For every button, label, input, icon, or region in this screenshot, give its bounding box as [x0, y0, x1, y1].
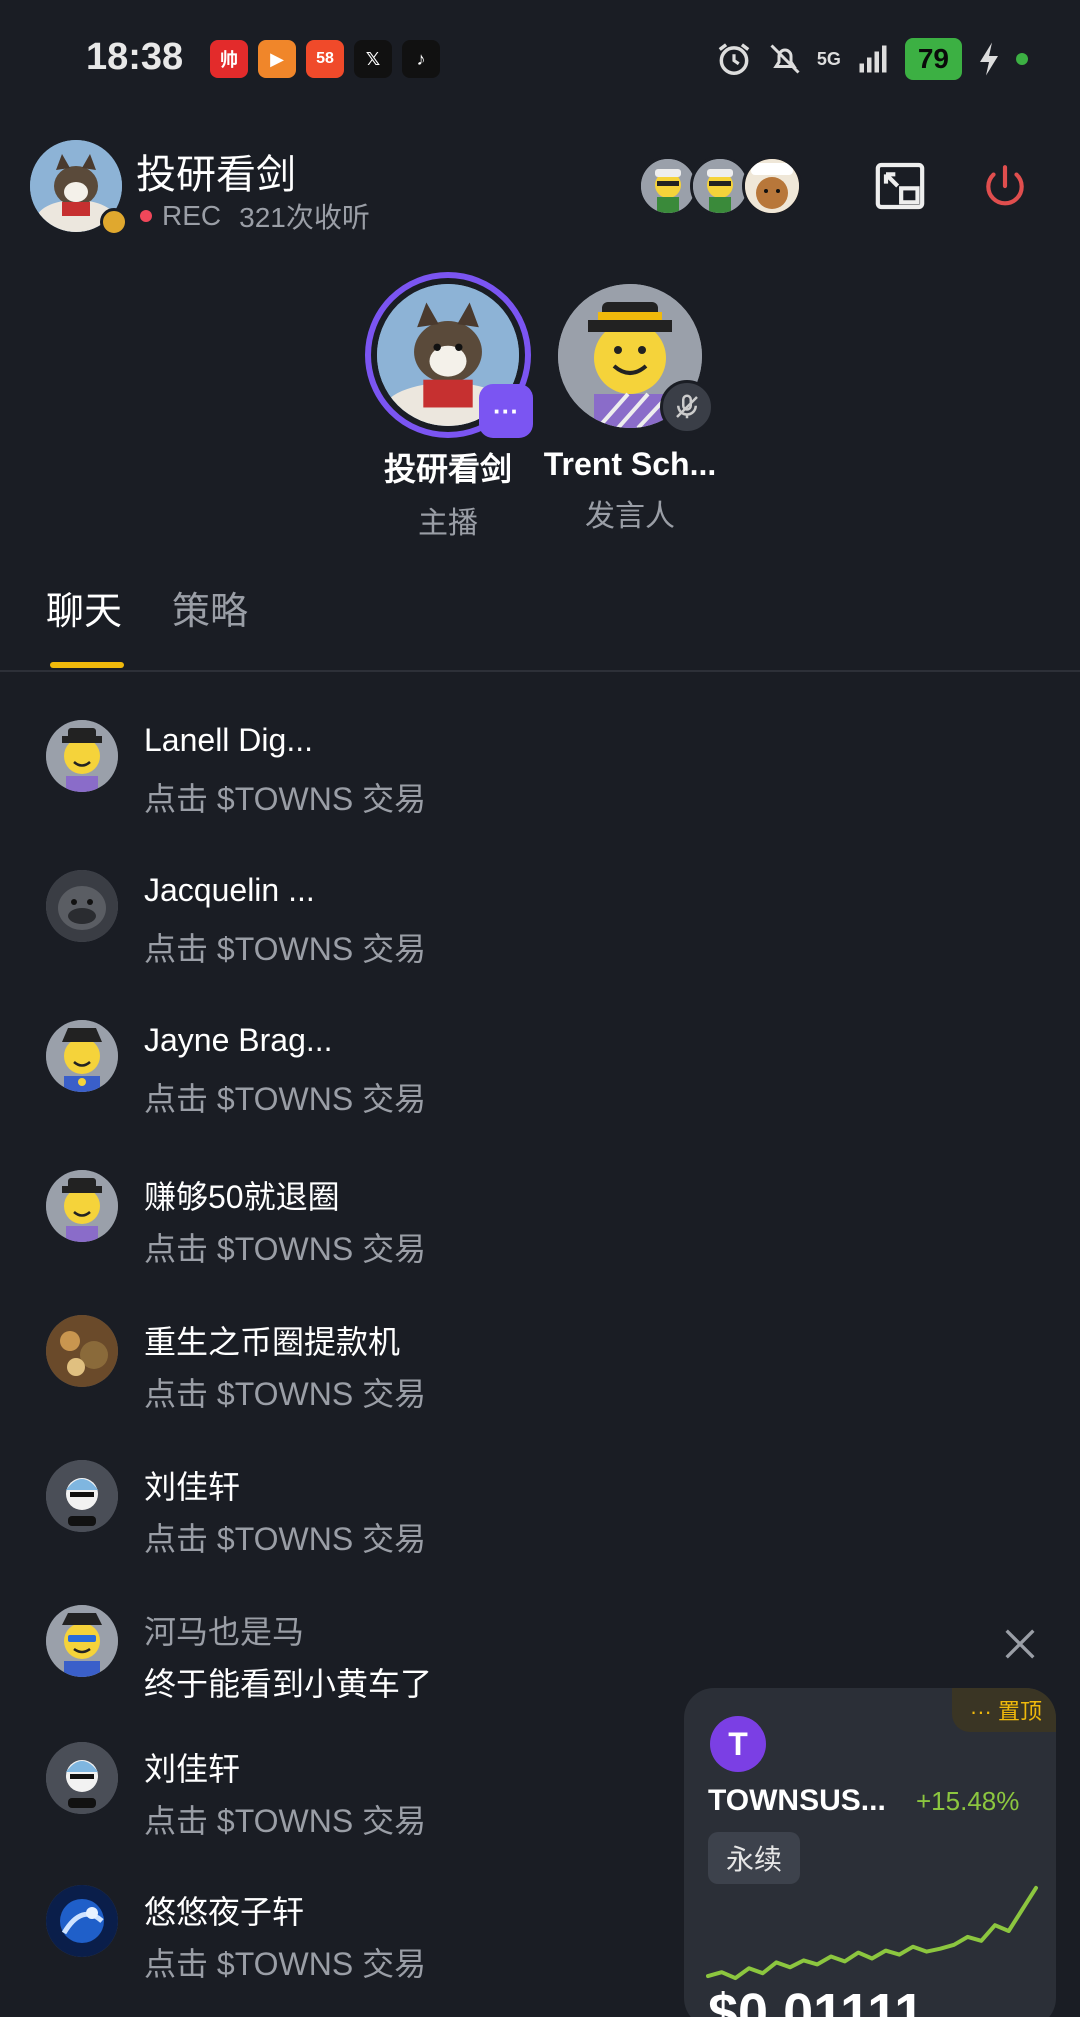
chat-message[interactable]: 刘佳轩 点击 $TOWNS 交易 — [46, 1734, 686, 1874]
chat-text: 点击 $TOWNS 交易 — [144, 1231, 427, 1267]
speaker-name: 投研看剑 — [383, 451, 512, 487]
speaker-host[interactable]: ··· 投研看剑 主播 — [364, 272, 533, 542]
leave-power-icon[interactable] — [980, 158, 1030, 214]
ticker-symbol: TOWNSUS... — [708, 1784, 886, 1817]
chat-avatar[interactable] — [46, 1170, 118, 1242]
status-time: 18:38 — [86, 36, 184, 78]
chat-username: Jayne Brag... — [144, 1022, 333, 1058]
chat-avatar[interactable] — [46, 1885, 118, 1957]
verified-badge-icon — [100, 208, 128, 236]
room-meta: REC 321次收听 — [140, 196, 370, 236]
chat-username: 赚够50就退圈 — [144, 1179, 340, 1215]
mic-muted-icon — [660, 380, 714, 434]
chat-text: 点击 $TOWNS 交易 — [144, 1376, 427, 1412]
token-ticker-card[interactable]: ··· 置顶 T TOWNSUS... +15.48% 永续 $0.01111 — [684, 1688, 1056, 2017]
listen-count: 321次收听 — [239, 202, 370, 233]
pinned-tag: ··· 置顶 — [951, 1688, 1056, 1732]
chat-avatar[interactable] — [46, 1315, 118, 1387]
speaker-role: 发言人 — [585, 500, 675, 533]
close-icon[interactable] — [1000, 1624, 1040, 1664]
rec-label: REC — [162, 200, 222, 231]
more-options-icon[interactable]: ··· — [479, 384, 533, 438]
tiktok-app-icon: ♪ — [402, 40, 440, 78]
chat-text: 点击 $TOWNS 交易 — [144, 781, 427, 817]
chat-username: 重生之币圈提款机 — [144, 1324, 401, 1360]
speaker-role: 主播 — [418, 507, 478, 540]
perpetual-tag: 永续 — [708, 1832, 801, 1884]
tab-chat[interactable]: 聊天 — [46, 580, 122, 635]
mute-bell-icon — [770, 44, 800, 74]
privacy-dot-icon — [1016, 53, 1028, 65]
room-title: 投研看剑 — [136, 153, 296, 197]
chat-message[interactable]: 河马也是马 终于能看到小黄车了 — [46, 1597, 686, 1737]
chat-message[interactable]: 刘佳轩 点击 $TOWNS 交易 — [46, 1452, 686, 1592]
chat-avatar[interactable] — [46, 720, 118, 792]
chat-message[interactable]: Jacquelin ... 点击 $TOWNS 交易 — [46, 862, 686, 1002]
chat-message[interactable]: Jayne Brag... 点击 $TOWNS 交易 — [46, 1012, 686, 1152]
chat-avatar[interactable] — [46, 1742, 118, 1814]
host-speaker-avatar: ··· — [365, 272, 533, 438]
picture-in-picture-icon[interactable] — [872, 158, 928, 214]
chat-username: 悠悠夜子轩 — [144, 1894, 305, 1930]
58-app-icon: 58 — [306, 40, 344, 78]
chat-username: 刘佳轩 — [144, 1751, 241, 1787]
chat-username: 河马也是马 — [144, 1614, 305, 1650]
ticker-change: +15.48% — [916, 1786, 1020, 1816]
x-app-icon: 𝕏 — [354, 40, 392, 78]
tab-strategy[interactable]: 策略 — [172, 580, 248, 635]
ticker-price: $0.01111 — [708, 1983, 925, 2017]
chat-avatar[interactable] — [46, 1605, 118, 1677]
rec-dot-icon — [140, 210, 152, 222]
status-app-icons: 帅 ▶ 58 𝕏 ♪ — [210, 40, 440, 78]
signal-icon — [859, 45, 887, 73]
chat-text: 点击 $TOWNS 交易 — [144, 1803, 427, 1839]
video-app-icon: ▶ — [258, 40, 296, 78]
chat-username: 刘佳轩 — [144, 1469, 241, 1505]
active-tab-indicator — [50, 662, 124, 668]
chat-username: Lanell Dig... — [144, 722, 313, 758]
battery-indicator: 79 — [904, 38, 962, 80]
chat-text: 点击 $TOWNS 交易 — [144, 1521, 427, 1557]
chat-username: Jacquelin ... — [144, 872, 315, 908]
speaker-name: Trent Sch... — [543, 446, 717, 482]
chat-avatar[interactable] — [46, 1460, 118, 1532]
chat-text: 点击 $TOWNS 交易 — [144, 1946, 427, 1982]
chat-text: 点击 $TOWNS 交易 — [144, 1081, 427, 1117]
listener-avatars[interactable] — [638, 156, 802, 216]
status-indicators: 5G 79 — [715, 38, 1028, 80]
chat-avatar[interactable] — [46, 1020, 118, 1092]
listener-avatar — [742, 156, 802, 216]
weibo-app-icon: 帅 — [210, 40, 248, 78]
chat-text: 终于能看到小黄车了 — [144, 1666, 433, 1702]
chat-message[interactable]: 悠悠夜子轩 点击 $TOWNS 交易 — [46, 1877, 686, 2017]
listener-avatar — [638, 156, 698, 216]
towns-token-icon: T — [710, 1716, 766, 1772]
tab-bar: 聊天 策略 — [0, 580, 1080, 672]
chat-message[interactable]: 赚够50就退圈 点击 $TOWNS 交易 — [46, 1162, 686, 1302]
price-sparkline — [706, 1885, 1038, 1981]
network-type: 5G — [816, 48, 841, 69]
chat-message[interactable]: Lanell Dig... 点击 $TOWNS 交易 — [46, 712, 686, 852]
chat-message[interactable]: 重生之币圈提款机 点击 $TOWNS 交易 — [46, 1307, 686, 1447]
listener-avatar — [690, 156, 750, 216]
status-bar: 18:38 帅 ▶ 58 𝕏 ♪ 5G 79 — [0, 0, 1080, 120]
chat-avatar[interactable] — [46, 870, 118, 942]
chat-text: 点击 $TOWNS 交易 — [144, 931, 427, 967]
charging-icon — [980, 42, 998, 76]
alarm-icon — [718, 43, 750, 75]
